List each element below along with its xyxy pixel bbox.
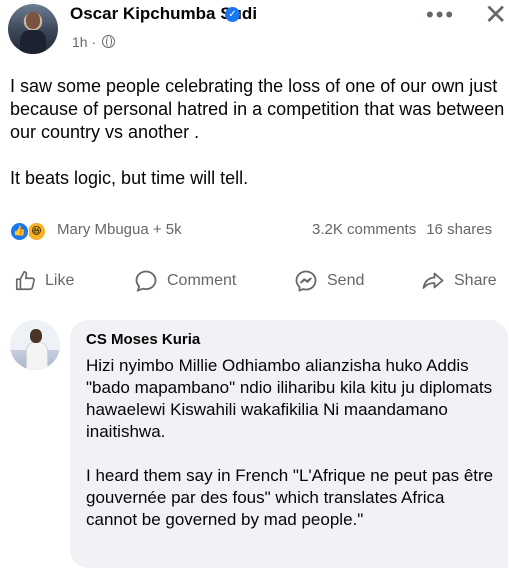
engagement-stats: 3.2K comments 16 shares [312, 221, 492, 238]
post-time[interactable]: 1h · [72, 34, 96, 50]
messenger-icon [295, 270, 317, 292]
haha-reaction-icon[interactable]: 😆 [27, 222, 46, 241]
like-label: Like [45, 272, 75, 289]
share-label: Share [454, 272, 497, 289]
share-count[interactable]: 16 shares [426, 221, 492, 238]
comment-count[interactable]: 3.2K comments [312, 221, 416, 238]
post-meta: 1h · [72, 34, 116, 50]
comment-label: Comment [167, 272, 237, 289]
comment-body: Hizi nyimbo Millie Odhiambo alianzisha h… [86, 355, 496, 553]
more-dots-icon[interactable]: ••• [426, 2, 455, 28]
comment-paragraph: I heard them say in French "L'Afrique ne… [86, 466, 494, 529]
avatar-suit [20, 30, 46, 54]
avatar-head [30, 329, 42, 343]
comment-paragraph: Hizi nyimbo Millie Odhiambo alianzisha h… [86, 356, 493, 441]
send-button[interactable]: Send [294, 268, 364, 294]
send-label: Send [327, 272, 365, 289]
commenter-avatar[interactable] [10, 320, 60, 370]
reaction-names[interactable]: Mary Mbugua + 5k [57, 221, 182, 238]
avatar-head [26, 12, 40, 29]
share-arrow-icon [422, 272, 444, 289]
comment-bubble-icon [135, 270, 157, 292]
avatar-body [26, 342, 48, 370]
thumbs-up-icon [15, 271, 35, 291]
verified-badge-icon: ✓ [225, 7, 240, 22]
share-button[interactable]: Share [421, 268, 497, 294]
like-button[interactable]: Like [14, 268, 74, 294]
close-icon[interactable]: ✕ [484, 0, 507, 31]
post-body: I saw some people celebrating the loss o… [10, 75, 505, 213]
post-paragraph: It beats logic, but time will tell. [10, 168, 249, 188]
comment-author-name[interactable]: CS Moses Kuria [86, 331, 200, 348]
globe-icon [102, 35, 116, 48]
like-reaction-icon[interactable]: 👍 [10, 222, 29, 241]
post-paragraph: I saw some people celebrating the loss o… [10, 76, 505, 142]
author-avatar[interactable] [8, 4, 58, 54]
comment-button[interactable]: Comment [134, 268, 236, 294]
